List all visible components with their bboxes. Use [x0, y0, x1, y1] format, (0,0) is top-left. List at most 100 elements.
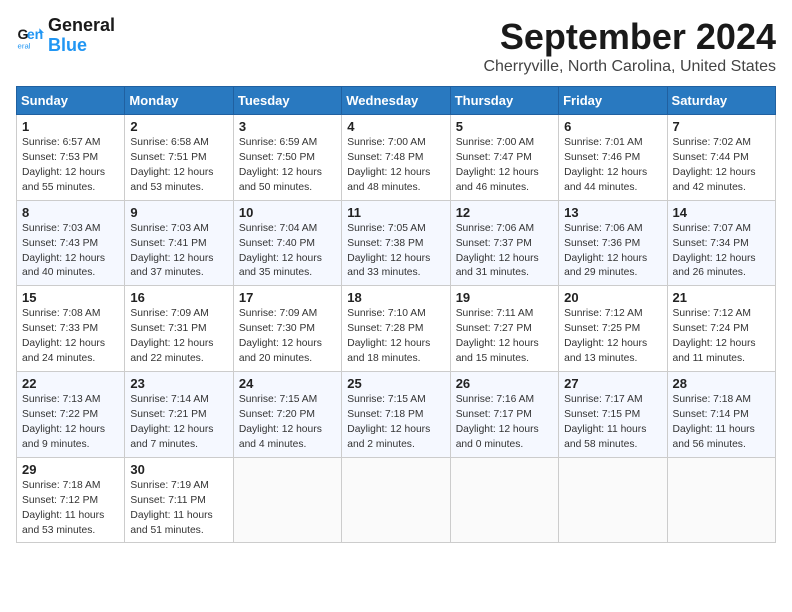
title-section: September 2024 Cherryville, North Caroli…: [483, 16, 776, 76]
calendar-cell: 30 Sunrise: 7:19 AM Sunset: 7:11 PM Dayli…: [125, 457, 233, 543]
day-number: 1: [22, 119, 119, 134]
day-number: 26: [456, 376, 553, 391]
calendar-cell: [342, 457, 450, 543]
header-day-tuesday: Tuesday: [233, 87, 341, 115]
day-info: Sunrise: 7:19 AM Sunset: 7:11 PM Dayligh…: [130, 479, 227, 539]
calendar-week-row: 1 Sunrise: 6:57 AM Sunset: 7:53 PM Daylig…: [17, 115, 776, 201]
header: G en eral General Blue September 2024 Ch…: [16, 16, 776, 76]
header-day-wednesday: Wednesday: [342, 87, 450, 115]
calendar-cell: 26 Sunrise: 7:16 AM Sunset: 7:17 PM Dayli…: [450, 372, 558, 458]
logo-icon: G en eral: [16, 22, 44, 50]
day-info: Sunrise: 6:57 AM Sunset: 7:53 PM Dayligh…: [22, 136, 119, 196]
day-info: Sunrise: 7:15 AM Sunset: 7:20 PM Dayligh…: [239, 393, 336, 453]
day-info: Sunrise: 7:18 AM Sunset: 7:12 PM Dayligh…: [22, 479, 119, 539]
header-day-sunday: Sunday: [17, 87, 125, 115]
day-number: 12: [456, 205, 553, 220]
logo: G en eral General Blue: [16, 16, 115, 56]
day-info: Sunrise: 7:03 AM Sunset: 7:41 PM Dayligh…: [130, 222, 227, 282]
calendar-cell: 5 Sunrise: 7:00 AM Sunset: 7:47 PM Daylig…: [450, 115, 558, 201]
logo-line1: General: [48, 16, 115, 36]
day-info: Sunrise: 7:02 AM Sunset: 7:44 PM Dayligh…: [673, 136, 770, 196]
day-info: Sunrise: 7:13 AM Sunset: 7:22 PM Dayligh…: [22, 393, 119, 453]
calendar-cell: 27Sunrise: 7:17 AM Sunset: 7:15 PM Dayli…: [559, 372, 667, 458]
calendar-cell: 22 Sunrise: 7:13 AM Sunset: 7:22 PM Dayli…: [17, 372, 125, 458]
calendar-table: SundayMondayTuesdayWednesdayThursdayFrid…: [16, 86, 776, 543]
day-info: Sunrise: 7:01 AM Sunset: 7:46 PM Dayligh…: [564, 136, 661, 196]
day-info: Sunrise: 7:04 AM Sunset: 7:40 PM Dayligh…: [239, 222, 336, 282]
logo-line2: Blue: [48, 36, 115, 56]
calendar-cell: [233, 457, 341, 543]
day-info: Sunrise: 7:05 AM Sunset: 7:38 PM Dayligh…: [347, 222, 444, 282]
calendar-cell: 15 Sunrise: 7:08 AM Sunset: 7:33 PM Dayli…: [17, 286, 125, 372]
day-number: 7: [673, 119, 770, 134]
day-number: 3: [239, 119, 336, 134]
day-info: Sunrise: 7:10 AM Sunset: 7:28 PM Dayligh…: [347, 307, 444, 367]
day-number: 24: [239, 376, 336, 391]
day-number: 18: [347, 290, 444, 305]
day-info: Sunrise: 7:17 AM Sunset: 7:15 PM Dayligh…: [564, 393, 661, 453]
day-number: 10: [239, 205, 336, 220]
day-number: 14: [673, 205, 770, 220]
day-number: 30: [130, 462, 227, 477]
day-info: Sunrise: 7:09 AM Sunset: 7:31 PM Dayligh…: [130, 307, 227, 367]
day-number: 20: [564, 290, 661, 305]
day-number: 22: [22, 376, 119, 391]
day-info: Sunrise: 7:12 AM Sunset: 7:24 PM Dayligh…: [673, 307, 770, 367]
calendar-cell: [450, 457, 558, 543]
calendar-week-row: 29 Sunrise: 7:18 AM Sunset: 7:12 PM Dayli…: [17, 457, 776, 543]
day-number: 21: [673, 290, 770, 305]
day-number: 6: [564, 119, 661, 134]
day-info: Sunrise: 7:08 AM Sunset: 7:33 PM Dayligh…: [22, 307, 119, 367]
calendar-cell: 25Sunrise: 7:15 AM Sunset: 7:18 PM Dayli…: [342, 372, 450, 458]
calendar-week-row: 22 Sunrise: 7:13 AM Sunset: 7:22 PM Dayli…: [17, 372, 776, 458]
calendar-cell: 13Sunrise: 7:06 AM Sunset: 7:36 PM Dayli…: [559, 200, 667, 286]
day-number: 2: [130, 119, 227, 134]
calendar-cell: 12 Sunrise: 7:06 AM Sunset: 7:37 PM Dayli…: [450, 200, 558, 286]
calendar-cell: 14 Sunrise: 7:07 AM Sunset: 7:34 PM Dayli…: [667, 200, 775, 286]
svg-text:eral: eral: [18, 41, 31, 50]
calendar-cell: 19 Sunrise: 7:11 AM Sunset: 7:27 PM Dayli…: [450, 286, 558, 372]
calendar-cell: 16 Sunrise: 7:09 AM Sunset: 7:31 PM Dayli…: [125, 286, 233, 372]
calendar-cell: 17 Sunrise: 7:09 AM Sunset: 7:30 PM Dayli…: [233, 286, 341, 372]
calendar-cell: 28Sunrise: 7:18 AM Sunset: 7:14 PM Dayli…: [667, 372, 775, 458]
day-info: Sunrise: 7:16 AM Sunset: 7:17 PM Dayligh…: [456, 393, 553, 453]
day-info: Sunrise: 7:00 AM Sunset: 7:47 PM Dayligh…: [456, 136, 553, 196]
day-number: 5: [456, 119, 553, 134]
calendar-title: September 2024: [483, 16, 776, 58]
header-day-thursday: Thursday: [450, 87, 558, 115]
header-day-friday: Friday: [559, 87, 667, 115]
day-info: Sunrise: 6:58 AM Sunset: 7:51 PM Dayligh…: [130, 136, 227, 196]
day-number: 29: [22, 462, 119, 477]
calendar-cell: 10 Sunrise: 7:04 AM Sunset: 7:40 PM Dayli…: [233, 200, 341, 286]
day-info: Sunrise: 7:15 AM Sunset: 7:18 PM Dayligh…: [347, 393, 444, 453]
calendar-subtitle: Cherryville, North Carolina, United Stat…: [483, 58, 776, 76]
day-number: 23: [130, 376, 227, 391]
day-number: 9: [130, 205, 227, 220]
calendar-cell: 24 Sunrise: 7:15 AM Sunset: 7:20 PM Dayli…: [233, 372, 341, 458]
day-info: Sunrise: 7:12 AM Sunset: 7:25 PM Dayligh…: [564, 307, 661, 367]
calendar-cell: 6 Sunrise: 7:01 AM Sunset: 7:46 PM Daylig…: [559, 115, 667, 201]
calendar-header-row: SundayMondayTuesdayWednesdayThursdayFrid…: [17, 87, 776, 115]
calendar-cell: [667, 457, 775, 543]
calendar-cell: 8Sunrise: 7:03 AM Sunset: 7:43 PM Daylig…: [17, 200, 125, 286]
day-info: Sunrise: 7:14 AM Sunset: 7:21 PM Dayligh…: [130, 393, 227, 453]
calendar-cell: 11Sunrise: 7:05 AM Sunset: 7:38 PM Dayli…: [342, 200, 450, 286]
day-number: 15: [22, 290, 119, 305]
calendar-cell: [559, 457, 667, 543]
day-info: Sunrise: 7:07 AM Sunset: 7:34 PM Dayligh…: [673, 222, 770, 282]
day-info: Sunrise: 6:59 AM Sunset: 7:50 PM Dayligh…: [239, 136, 336, 196]
day-info: Sunrise: 7:11 AM Sunset: 7:27 PM Dayligh…: [456, 307, 553, 367]
calendar-week-row: 15 Sunrise: 7:08 AM Sunset: 7:33 PM Dayli…: [17, 286, 776, 372]
calendar-cell: 23 Sunrise: 7:14 AM Sunset: 7:21 PM Dayli…: [125, 372, 233, 458]
calendar-cell: 18 Sunrise: 7:10 AM Sunset: 7:28 PM Dayli…: [342, 286, 450, 372]
day-number: 19: [456, 290, 553, 305]
day-number: 17: [239, 290, 336, 305]
calendar-cell: 2 Sunrise: 6:58 AM Sunset: 7:51 PM Daylig…: [125, 115, 233, 201]
day-number: 16: [130, 290, 227, 305]
day-number: 13: [564, 205, 661, 220]
calendar-cell: 29 Sunrise: 7:18 AM Sunset: 7:12 PM Dayli…: [17, 457, 125, 543]
calendar-week-row: 8Sunrise: 7:03 AM Sunset: 7:43 PM Daylig…: [17, 200, 776, 286]
calendar-cell: 20 Sunrise: 7:12 AM Sunset: 7:25 PM Dayli…: [559, 286, 667, 372]
day-info: Sunrise: 7:06 AM Sunset: 7:37 PM Dayligh…: [456, 222, 553, 282]
day-info: Sunrise: 7:09 AM Sunset: 7:30 PM Dayligh…: [239, 307, 336, 367]
